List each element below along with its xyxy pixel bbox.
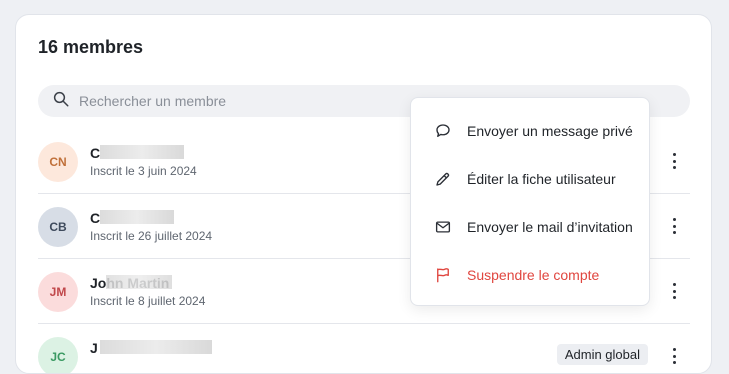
redacted-name	[100, 340, 212, 354]
send-invitation-mail-item[interactable]: Envoyer le mail d’invitation	[411, 207, 649, 247]
pencil-icon	[436, 172, 450, 186]
chat-bubble-icon	[436, 124, 450, 137]
menu-item-label: Envoyer le mail d’invitation	[467, 219, 633, 235]
member-name: C	[90, 145, 101, 161]
menu-item-label: Envoyer un message privé	[467, 123, 633, 139]
envelope-icon	[435, 221, 451, 233]
members-count-title: 16 membres	[38, 37, 144, 57]
redacted-name	[100, 210, 174, 224]
member-name: C	[90, 210, 101, 226]
member-joined-date: Inscrit le 26 juillet 2024	[90, 229, 213, 243]
edit-user-profile-item[interactable]: Éditer la fiche utilisateur	[411, 159, 649, 199]
member-name: J	[90, 340, 98, 356]
flag-icon	[437, 268, 449, 283]
member-joined-date: Inscrit le 3 juin 2024	[90, 164, 197, 178]
member-joined-date: Inscrit le 8 juillet 2024	[90, 294, 206, 308]
suspend-account-item[interactable]: Suspendre le compte	[411, 255, 649, 295]
menu-item-label: Suspendre le compte	[467, 267, 600, 283]
menu-item-label: Éditer la fiche utilisateur	[467, 171, 616, 187]
member-actions-menu: Envoyer un message privé Éditer la fiche…	[410, 97, 650, 306]
more-options-icon[interactable]	[668, 281, 680, 301]
search-icon	[52, 90, 70, 113]
avatar: CN	[38, 142, 78, 182]
more-options-icon[interactable]	[668, 346, 680, 366]
redacted-name	[106, 275, 172, 289]
avatar: JC	[38, 337, 78, 373]
redacted-name	[100, 145, 184, 159]
more-options-icon[interactable]	[668, 151, 680, 171]
avatar: JM	[38, 272, 78, 312]
more-options-icon[interactable]	[668, 216, 680, 236]
send-private-message-item[interactable]: Envoyer un message privé	[411, 111, 649, 151]
role-badge: Admin global	[556, 344, 648, 365]
avatar: CB	[38, 207, 78, 247]
member-row[interactable]: JC J Admin global	[38, 324, 690, 373]
